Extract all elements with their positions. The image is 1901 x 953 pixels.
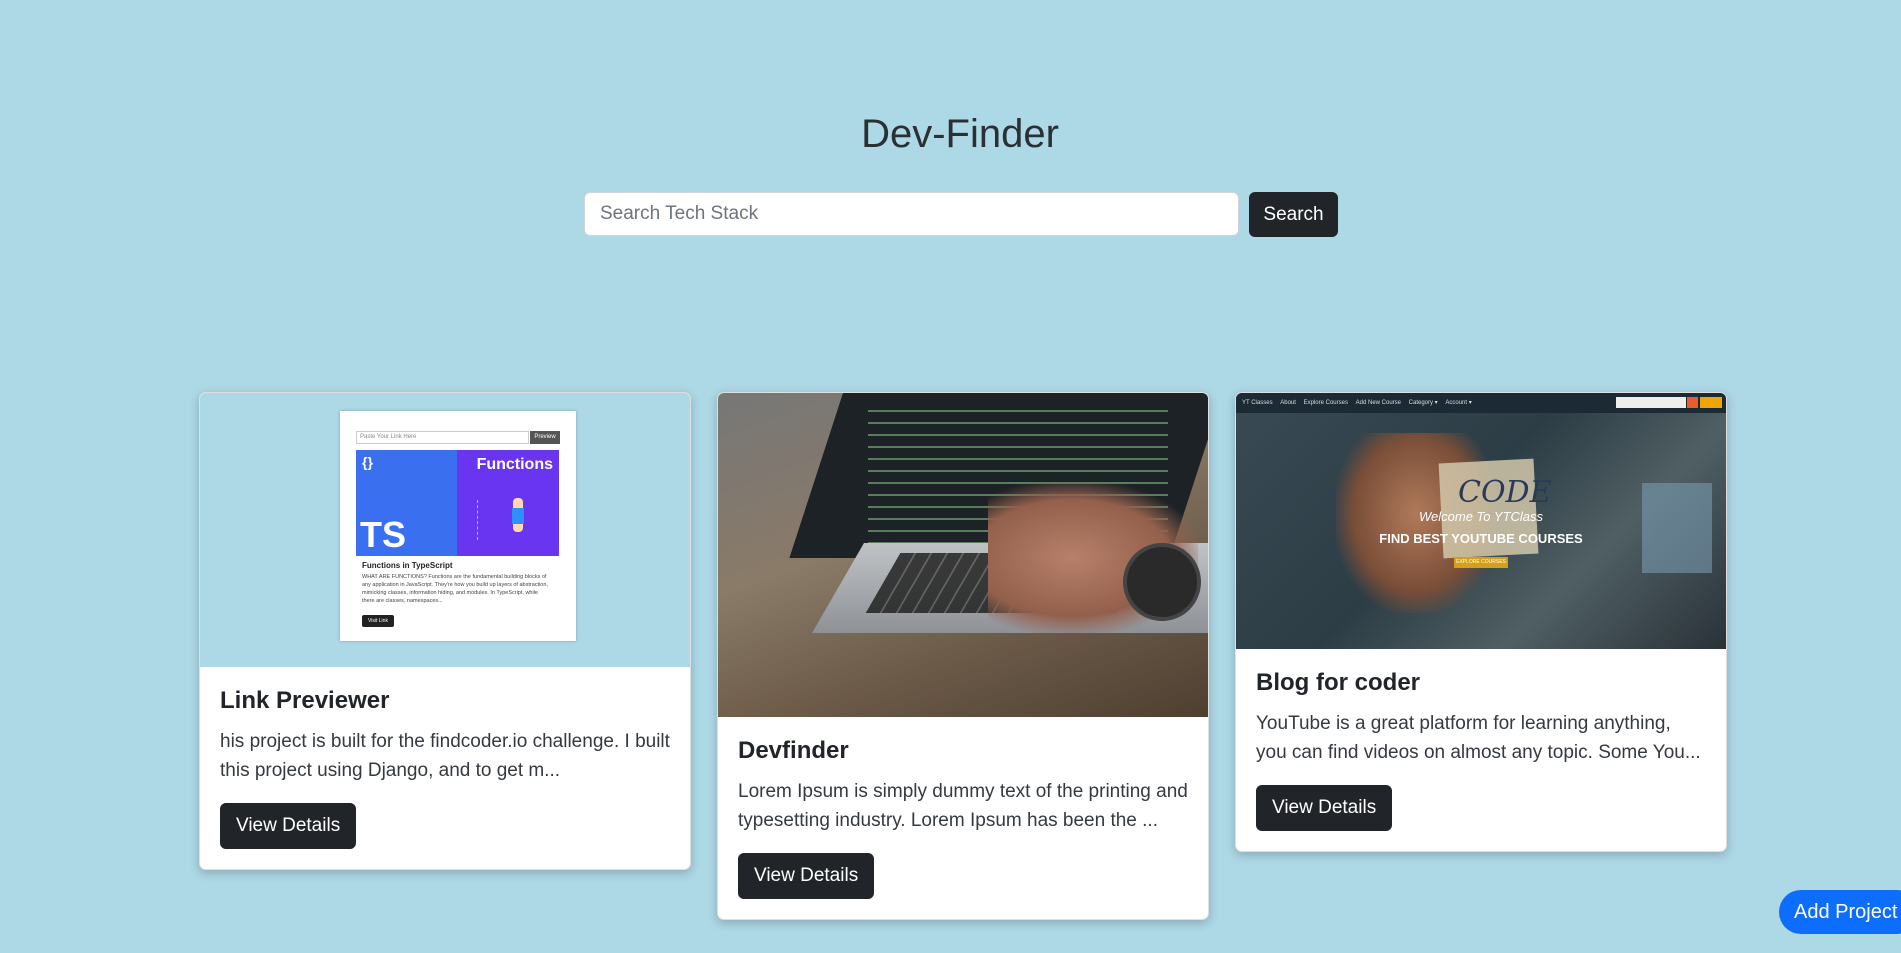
card-description: YouTube is a great platform for learning… [1256, 713, 1701, 763]
card-description: Lorem Ipsum is simply dummy text of the … [738, 781, 1188, 831]
project-thumbnail: CODE YT Classes About Explore Courses Ad… [1236, 393, 1726, 649]
thumbnail-banner: {} TS Functions [356, 450, 559, 556]
card-title: Link Previewer [220, 687, 390, 714]
ts-banner: {} TS [356, 450, 457, 556]
card-body: Devfinder Lorem Ipsum is simply dummy te… [718, 717, 1208, 919]
thumbnail-nav-item: About [1280, 400, 1296, 406]
thumbnail-preview-button: Preview [530, 431, 560, 444]
project-thumbnail [718, 393, 1208, 717]
view-details-button[interactable]: View Details [738, 853, 875, 899]
thumbnail-visit-button: Visit Link [362, 615, 394, 627]
card-title: Devfinder [738, 737, 849, 764]
thumbnail-nav-item: Add New Course [1355, 400, 1401, 406]
watch-icon [1123, 543, 1201, 621]
search-button[interactable]: Search [1249, 192, 1338, 237]
search-bar: Search [584, 192, 1338, 237]
thumbnail-nav-item: Account ▾ [1445, 400, 1472, 406]
thumbnail-description: WHAT ARE FUNCTIONS? Functions are the fu… [362, 574, 548, 604]
view-details-button[interactable]: View Details [220, 803, 357, 849]
thumbnail-cta: EXPLORE COURSES [1454, 557, 1508, 568]
thumbnail-brand: YT Classes [1242, 400, 1273, 406]
thumbnail-link-input: Paste Your Link Here [356, 431, 529, 444]
card-title: Blog for coder [1256, 669, 1421, 696]
thumbnail-nav-item: Category ▾ [1408, 400, 1438, 406]
functions-text: Functions [476, 456, 553, 473]
card-body: Blog for coder YouTube is a great platfo… [1236, 649, 1726, 851]
thumbnail-screenshot: Paste Your Link Here Preview {} TS Funct… [340, 411, 576, 641]
project-card-blog-for-coder: CODE YT Classes About Explore Courses Ad… [1235, 392, 1727, 852]
page-title: Dev-Finder [861, 112, 1059, 156]
project-card-devfinder: Devfinder Lorem Ipsum is simply dummy te… [717, 392, 1209, 920]
thumbnail-search-box [1616, 397, 1686, 408]
ts-logo-text: TS [360, 514, 407, 555]
add-project-button[interactable]: Add Project [1779, 890, 1901, 934]
thumbnail-profile-button [1700, 397, 1722, 408]
card-body: Link Previewer his project is built for … [200, 667, 690, 869]
thumbnail-search-icon [1687, 397, 1698, 408]
search-input[interactable] [584, 192, 1239, 236]
thumbnail-navbar: YT Classes About Explore Courses Add New… [1236, 393, 1726, 413]
thumbnail-nav-item: Explore Courses [1303, 400, 1348, 406]
functions-banner: Functions [457, 450, 559, 556]
thumbnail-welcome: Welcome To YTClass [1418, 509, 1544, 524]
background-monitor [1642, 483, 1712, 573]
brace-icon: {} [362, 454, 373, 470]
thumbnail-headline: FIND BEST YOUTUBE COURSES [1379, 531, 1583, 546]
thumbnail-caption: Functions in TypeScript [362, 561, 453, 570]
code-note-text: CODE [1458, 475, 1552, 510]
diagram-icon [477, 500, 508, 540]
person-shirt-icon [512, 508, 524, 524]
project-card-link-previewer: Paste Your Link Here Preview {} TS Funct… [199, 392, 691, 870]
card-description: his project is built for the findcoder.i… [220, 731, 670, 781]
view-details-button[interactable]: View Details [1256, 785, 1393, 831]
project-thumbnail: Paste Your Link Here Preview {} TS Funct… [200, 393, 690, 667]
